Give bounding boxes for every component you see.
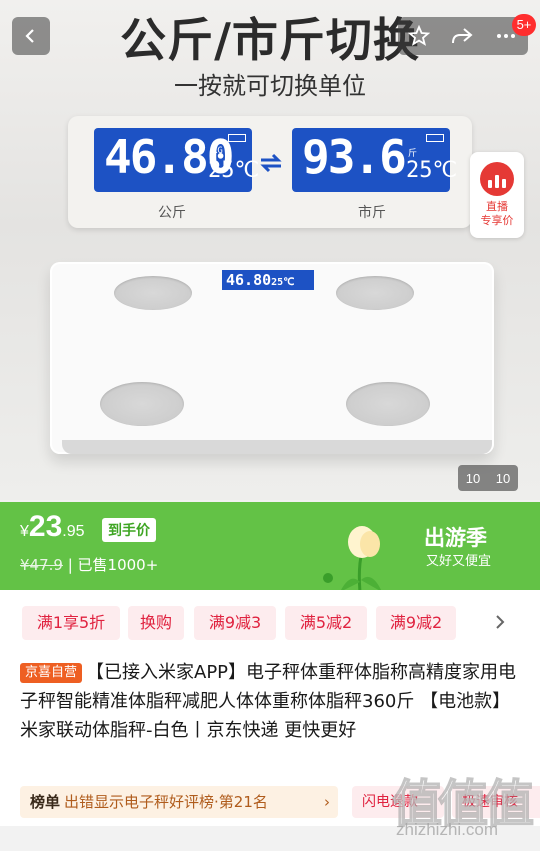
kg-label: 公斤 (158, 205, 186, 221)
coupon-tag[interactable]: 满1享5折 (22, 606, 120, 640)
battery-icon (426, 134, 444, 142)
electrode-pad (114, 276, 192, 310)
lcd-jin-value: 93.6 (302, 130, 407, 184)
tulip-icon (323, 526, 381, 590)
lcd-kg-unit: KG (212, 146, 223, 156)
live-label: 直播 (486, 200, 508, 213)
promo-subtitle: 又好又便宜 (426, 554, 492, 569)
watermark-logo: 值值值 (391, 774, 535, 834)
final-price-tag: 到手价 (102, 518, 156, 542)
lcd-kg: 46.80 KG 25℃ (94, 128, 259, 192)
chevron-left-icon (25, 29, 34, 43)
product-title: 【已接入米家APP】电子秤体重秤体脂称高精度家用电子秤智能精准体脂秤减肥人体体重… (20, 662, 517, 741)
lcd-jin-temp: 25℃ (406, 158, 458, 183)
scale-lcd: 46.8025℃ (222, 270, 314, 290)
product-image-carousel[interactable]: 公斤/市斤切换 一按就可切换单位 46.80 KG 25℃ 93.6 斤 25℃… (0, 0, 540, 500)
image-counter-total: 10 (495, 470, 511, 486)
coupon-row: 满1享5折 换购 满9减3 满5减2 满9减2 (0, 590, 540, 654)
price-decimal: .95 (62, 523, 85, 540)
original-price-value: ¥47.9 (20, 556, 63, 574)
price-bar: ¥23.95 到手价 ¥47.9 | 已售1000+ 出游季 又好又便宜 (0, 502, 540, 590)
hero-subtitle: 一按就可切换单位 (174, 72, 366, 100)
scale-lcd-temp: 25℃ (271, 277, 295, 288)
scale-lcd-value: 46.80 (226, 271, 272, 289)
live-price-button[interactable]: 直播 专享价 (470, 152, 524, 238)
electrode-pad (346, 382, 430, 426)
chevron-right-icon: › (324, 793, 330, 811)
price-integer: 23 (28, 510, 63, 543)
price-currency: ¥ (20, 523, 29, 540)
watermark-url: zhizhizhi.com (396, 820, 499, 839)
share-icon[interactable] (450, 25, 474, 47)
back-button[interactable] (12, 17, 50, 55)
star-icon[interactable] (408, 25, 430, 47)
coupon-tag[interactable]: 换购 (128, 606, 184, 640)
scale-edge (62, 440, 492, 454)
electrode-pad (336, 276, 414, 310)
battery-icon (228, 134, 246, 142)
image-counter: 10 10 (458, 465, 518, 491)
original-price: ¥47.9 | 已售1000+ (20, 554, 158, 575)
top-action-group (398, 17, 528, 55)
store-tag: 京喜自营 (20, 663, 83, 683)
rank-text: 出错显示电子秤好评榜·第21名 (64, 793, 268, 811)
message-badge: 5+ (512, 14, 536, 36)
coupon-tag[interactable]: 满9减3 (194, 606, 276, 640)
lcd-jin: 93.6 斤 25℃ (292, 128, 457, 192)
live-icon (480, 162, 514, 196)
chevron-right-icon[interactable] (494, 612, 506, 632)
coupon-tag[interactable]: 满5减2 (285, 606, 367, 640)
swap-icon (260, 153, 282, 173)
rank-label: 榜单 (30, 793, 61, 811)
lcd-kg-temp: 25℃ (208, 158, 260, 183)
unit-panel: 46.80 KG 25℃ 93.6 斤 25℃ 公斤 市斤 (68, 116, 472, 228)
product-title-block: 京喜自营 【已接入米家APP】电子秤体重秤体脂称高精度家用电子秤智能精准体脂秤减肥… (0, 654, 540, 782)
image-counter-current: 10 (465, 470, 481, 486)
jin-label: 市斤 (358, 205, 386, 221)
sold-count: | 已售1000+ (67, 556, 159, 574)
promo-title: 出游季 (424, 526, 487, 550)
live-sublabel: 专享价 (480, 214, 514, 227)
price: ¥23.95 (20, 510, 85, 544)
rank-banner[interactable]: 榜单 出错显示电子秤好评榜·第21名 › (20, 786, 338, 818)
electrode-pad (100, 382, 184, 426)
coupon-tag[interactable]: 满9减2 (376, 606, 456, 640)
